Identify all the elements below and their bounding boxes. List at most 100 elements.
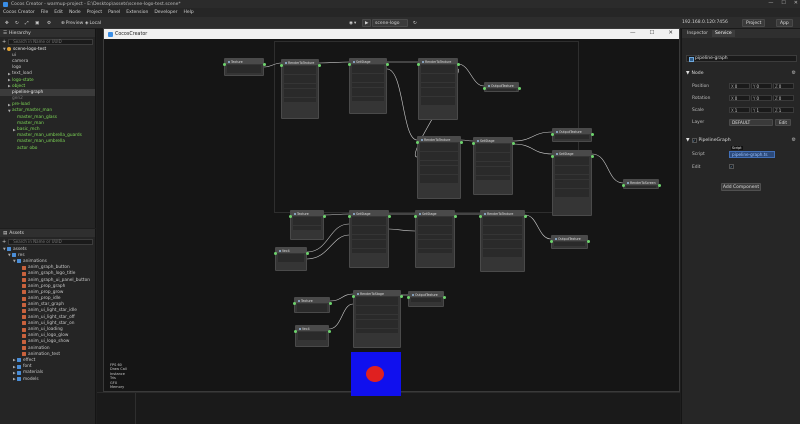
move-tool-button[interactable]: ✥ [2,19,12,27]
output-port[interactable] [453,215,457,218]
graph-node-field[interactable] [352,87,384,92]
graph-node-field[interactable] [420,179,458,184]
graph-node-field[interactable] [352,73,384,78]
graph-node-field[interactable] [284,88,316,93]
input-port[interactable] [482,87,486,90]
input-port[interactable] [406,296,410,299]
graph-node-field[interactable] [356,310,398,315]
input-port[interactable] [550,155,554,158]
output-port[interactable] [385,63,389,66]
rotation-x-input[interactable]: X0 [729,95,750,101]
assets-tab[interactable]: ▤ Assets [0,229,95,237]
graph-node[interactable]: Texture [294,297,330,313]
graph-node-field[interactable] [352,239,386,244]
input-port[interactable] [416,63,420,66]
graph-node-field[interactable] [555,188,589,193]
graph-node-field[interactable] [418,248,452,253]
graph-node-field[interactable] [483,244,522,249]
hierarchy-tab[interactable]: ☰ Hierarchy [0,29,95,37]
graph-node[interactable]: Vec4 [295,325,329,347]
graph-node-field[interactable] [418,239,452,244]
graph-node-field[interactable] [298,331,326,336]
input-port[interactable] [549,240,553,243]
menu-panel[interactable]: Panel [108,10,120,15]
menu-cocos-creator[interactable]: Cocos Creator [3,10,35,15]
output-port[interactable] [456,63,460,66]
output-port[interactable] [262,63,266,66]
input-port[interactable] [471,142,475,145]
tab-inspector[interactable]: Inspector [684,30,711,37]
graph-node-field[interactable] [476,152,510,157]
graph-node-field[interactable] [284,70,316,75]
graph-node-field[interactable] [352,225,386,230]
graph-node-field[interactable] [555,193,589,198]
graph-node-field[interactable] [421,101,455,106]
component-section-header[interactable]: ▼ ✓ PipelineGraph [686,137,731,143]
graph-node-field[interactable] [356,296,398,301]
graph-node-field[interactable] [421,69,455,74]
close-button[interactable]: ✕ [794,0,798,6]
graph-node-field[interactable] [352,92,384,97]
input-port[interactable] [292,302,296,305]
graph-node-field[interactable] [356,305,398,310]
input-port[interactable] [347,215,351,218]
output-port[interactable] [327,330,331,333]
output-port[interactable] [590,133,594,136]
edit-checkbox[interactable]: ✓ [729,164,734,169]
input-port[interactable] [621,184,625,187]
menu-developer[interactable]: Developer [154,10,177,15]
graph-node-field[interactable] [483,239,522,244]
menu-file[interactable]: File [41,10,49,15]
graph-node[interactable]: RenderToScreen [623,179,659,189]
graph-node-field[interactable] [420,151,458,156]
graph-node-field[interactable] [420,160,458,165]
graph-node-field[interactable] [420,170,458,175]
graph-node-field[interactable] [554,241,585,246]
graph-node-field[interactable] [293,221,321,226]
graph-node-field[interactable] [418,244,452,249]
graph-node-field[interactable] [297,308,327,312]
graph-node-field[interactable] [418,225,452,230]
graph-node-field[interactable] [284,83,316,88]
graph-node[interactable]: OutputTexture [408,291,444,307]
graph-node-field[interactable] [555,165,589,170]
app-button[interactable]: App [776,19,793,27]
input-port[interactable] [550,133,554,136]
graph-node-field[interactable] [476,171,510,176]
graph-node-field[interactable] [352,64,384,69]
graph-node-field[interactable] [284,74,316,79]
graph-node[interactable]: SetStage [349,210,389,268]
graph-node-field[interactable] [352,230,386,235]
graph-node-field[interactable] [356,324,398,329]
graph-node-field[interactable] [555,161,589,166]
graph-node-field[interactable] [555,134,589,139]
component-enabled-checkbox[interactable]: ✓ [691,137,697,143]
graph-node-field[interactable] [483,253,522,258]
project-button[interactable]: Project [742,19,766,27]
layer-select[interactable]: DEFAULT [729,119,773,126]
graph-node-field[interactable] [483,230,522,235]
input-port[interactable] [347,63,351,66]
graph-node-field[interactable] [421,82,455,87]
input-port[interactable] [288,215,292,218]
graph-node-field[interactable] [483,221,522,226]
input-port[interactable] [273,252,277,255]
graph-node[interactable]: RenderToTexture [281,59,319,119]
graph-node-field[interactable] [483,225,522,230]
graph-node[interactable]: Texture [224,58,264,76]
graph-node-field[interactable] [352,96,384,101]
graph-node[interactable]: OutputTexture [552,128,592,142]
preview-minimize-button[interactable]: — [630,30,636,36]
position-x-input[interactable]: X0 [729,83,750,89]
output-port[interactable] [322,215,326,218]
maximize-button[interactable]: ☐ [781,0,785,6]
gear-icon[interactable]: ⚙ [792,137,796,143]
graph-node-field[interactable] [420,156,458,161]
rotate-tool-button[interactable]: ↻ [12,19,22,27]
script-asset-field[interactable]: pipeline-graph.ts [729,151,775,158]
graph-node-field[interactable] [555,174,589,179]
scale-x-input[interactable]: X1 [729,107,750,113]
graph-node[interactable]: SetStage [473,137,513,195]
rect-tool-button[interactable]: ▣ [32,19,42,27]
add-node-icon[interactable]: + [2,39,6,45]
